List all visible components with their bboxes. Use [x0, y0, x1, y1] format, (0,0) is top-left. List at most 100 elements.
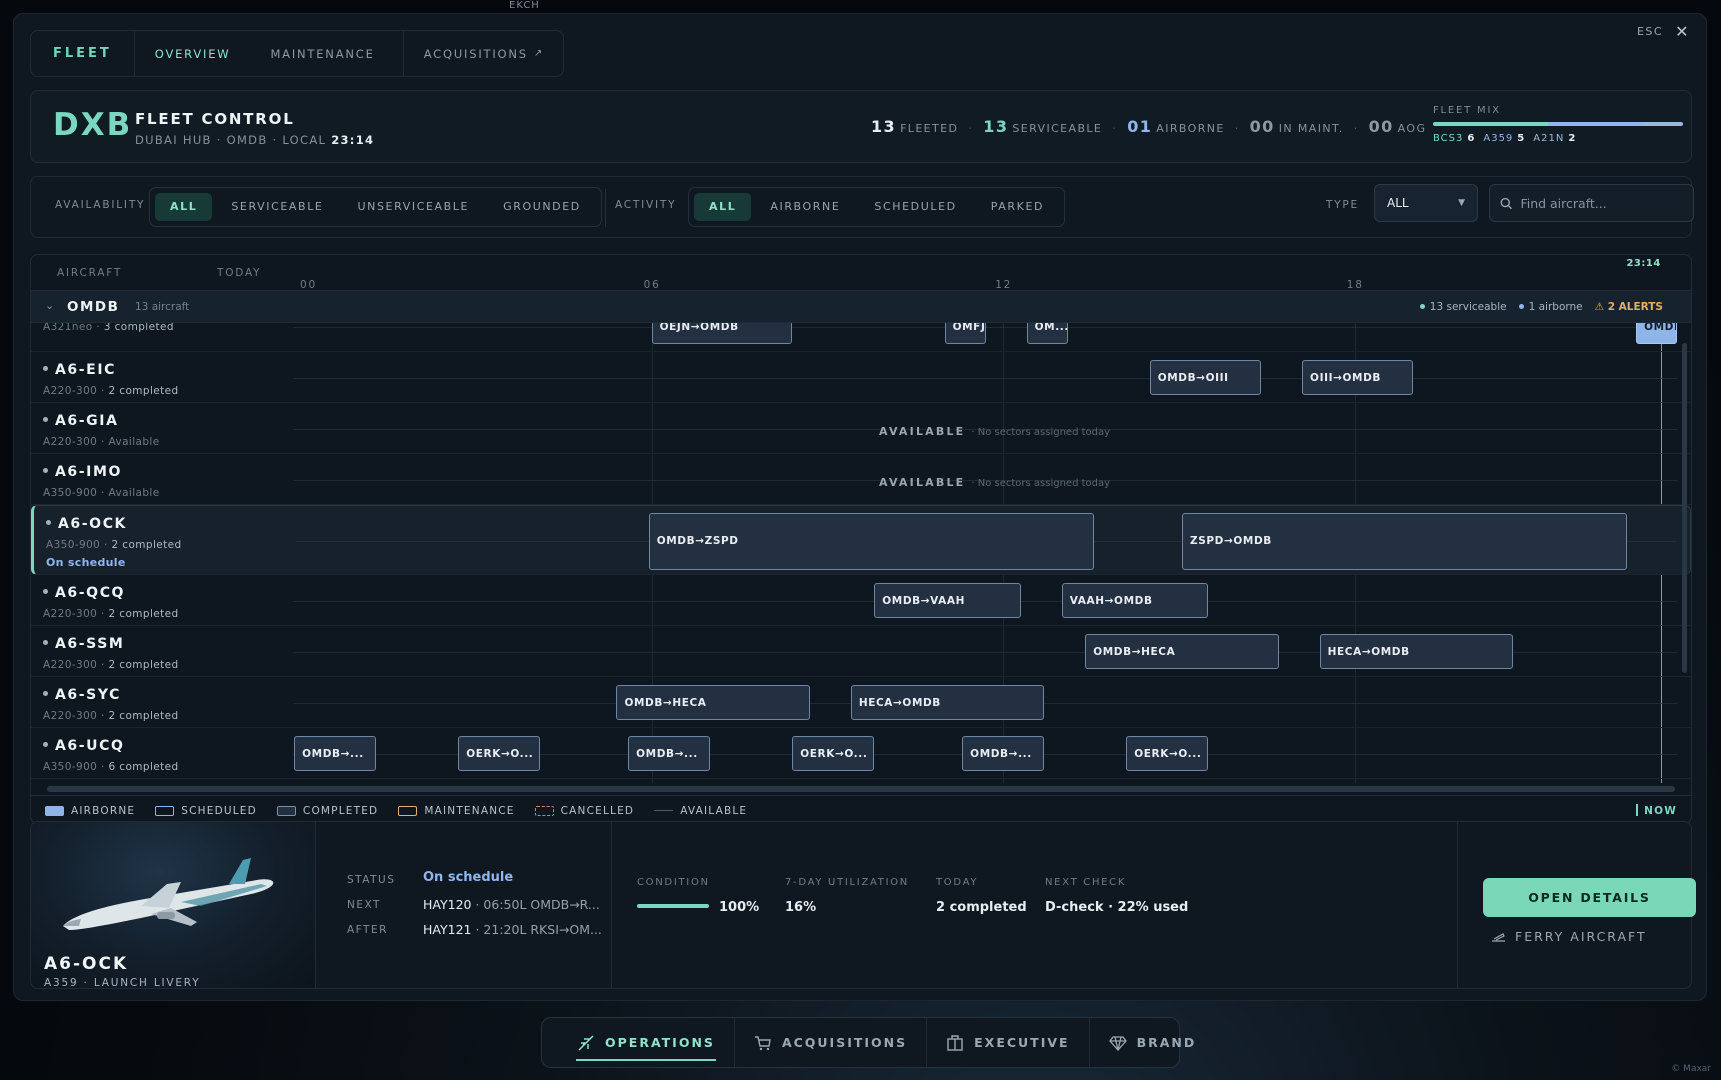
dock-executive[interactable]: EXECUTIVE [926, 1018, 1088, 1067]
divider [605, 189, 606, 227]
aircraft-meta: A350-900 · Available [43, 487, 160, 499]
legend-airborne: AIRBORNE [45, 805, 135, 817]
activity-scheduled[interactable]: SCHEDULED [859, 193, 971, 221]
flight-sector[interactable]: VAAH→OMDB [1061, 583, 1209, 618]
fleet-mix: FLEET MIX BCS3 6 A359 5 A21N 2 [1433, 105, 1683, 144]
aircraft-registration: A6-UCQ [43, 738, 179, 754]
aircraft-meta: A220-300 · 2 completed [43, 608, 179, 620]
type-select[interactable]: ALL ▼ [1374, 184, 1478, 222]
aircraft-row[interactable]: A6-OCK A350-900 · 2 completed On schedule O… [31, 505, 1691, 575]
aircraft-type: A220-300 [43, 710, 98, 722]
legend-available: AVAILABLE [654, 805, 747, 817]
stat-aog: 00 AOG [1369, 117, 1427, 136]
dock-brand[interactable]: BRAND [1088, 1018, 1216, 1067]
aircraft-detail-panel: A6-OCK A359 · LAUNCH LIVERY STATUS On sc… [30, 821, 1696, 989]
flight-sector[interactable]: OEJN→OMDB [651, 323, 793, 344]
aircraft-label: A6-GIA A220-300 · Available [43, 413, 160, 448]
hour-tick-label: 18 [1346, 279, 1364, 291]
aircraft-row[interactable]: A6-IMO A350-900 · Available AVAILABLE · No … [31, 454, 1691, 505]
stat-in-maint: 00 IN MAINT. [1250, 117, 1344, 136]
dock-operations[interactable]: OPERATIONS [558, 1018, 734, 1067]
aircraft-illustration [63, 858, 274, 930]
availability-unserviceable[interactable]: UNSERVICEABLE [342, 193, 484, 221]
flight-sector[interactable]: OERK→O... [458, 736, 541, 771]
flight-sector[interactable]: OMDB→ZSPD [648, 512, 1095, 570]
hour-tick-label: 06 [643, 279, 661, 291]
local-time: 23:14 [331, 133, 375, 147]
aircraft-info: Available [108, 487, 160, 499]
vertical-scrollbar[interactable] [1682, 343, 1687, 673]
activity-airborne[interactable]: AIRBORNE [755, 193, 855, 221]
hub-location: DUBAI HUB · OMDB · LOCAL [135, 133, 327, 147]
flight-sector[interactable]: ZSPD→OMDB [1182, 512, 1628, 570]
flight-sector[interactable]: OMDB→... [294, 736, 377, 771]
flight-sector[interactable]: OMDB→... [962, 736, 1045, 771]
aircraft-row[interactable]: A6-EIC A220-300 · 2 completed OMDB→OIII OII… [31, 352, 1691, 403]
flight-sector[interactable]: OMDB→HECA [1085, 634, 1279, 669]
aircraft-info: 2 completed [108, 710, 179, 722]
close-icon[interactable]: ✕ [1675, 22, 1690, 41]
legend-maintenance: MAINTENANCE [398, 805, 514, 817]
aircraft-row[interactable]: A6-GIA A220-300 · Available AVAILABLE · No … [31, 403, 1691, 454]
horizontal-scrollbar[interactable] [47, 786, 1675, 792]
open-details-button[interactable]: OPEN DETAILS [1483, 878, 1696, 917]
flight-sector[interactable]: OMDB→OIII [1149, 360, 1262, 395]
flight-sector[interactable]: OERK→O... [792, 736, 875, 771]
flight-sector[interactable]: OMDB→VAAH [874, 583, 1021, 618]
group-serviceable: 13 serviceable [1420, 301, 1507, 313]
search-input[interactable] [1520, 195, 1683, 211]
aircraft-registration: A6-GIA [43, 413, 160, 429]
aircraft-row[interactable]: A6-SSM A220-300 · 2 completed OMDB→HECA HEC… [31, 626, 1691, 677]
activity-parked[interactable]: PARKED [976, 193, 1059, 221]
close-control[interactable]: ESC ✕ [1637, 22, 1690, 41]
aircraft-label: A321neo · 3 completed [43, 323, 174, 333]
aircraft-row[interactable]: A321neo · 3 completed OEJN→OMDB OMFJ OM... O… [31, 323, 1691, 352]
tab-overview[interactable]: OVERVIEW [135, 31, 251, 76]
flight-sector[interactable]: OERK→O... [1126, 736, 1209, 771]
row-track [293, 377, 1677, 379]
flight-sector[interactable]: OMDB→... [628, 736, 711, 771]
flight-sector[interactable]: OMDB→HECA [616, 685, 810, 720]
timeline-legend: AIRBORNE SCHEDULED COMPLETED MAINTENANCE… [31, 795, 1691, 823]
flight-sector[interactable]: OMFJ [944, 323, 986, 344]
availability-all[interactable]: ALL [155, 193, 213, 221]
flight-sector[interactable]: OMDB→OEJN [1636, 323, 1677, 344]
group-airborne: 1 airborne [1519, 301, 1583, 313]
aircraft-meta: A350-900 · 2 completed [46, 539, 182, 551]
group-alerts[interactable]: ⚠ 2 ALERTS [1595, 301, 1663, 313]
aircraft-row[interactable]: A6-UCQ A350-900 · 6 completed OMDB→... OERK… [31, 728, 1691, 779]
page-title: FLEET CONTROL [135, 110, 295, 128]
flight-sector[interactable]: HECA→OMDB [1319, 634, 1513, 669]
aircraft-label: A6-UCQ A350-900 · 6 completed [43, 738, 179, 773]
activity-all[interactable]: ALL [694, 193, 752, 221]
chevron-down-icon[interactable]: ⌄ [45, 299, 54, 312]
metric-today: TODAY 2 completed [936, 877, 1027, 915]
flight-sector[interactable]: HECA→OMDB [850, 685, 1045, 720]
dock-acquisitions[interactable]: ACQUISITIONS [733, 1018, 926, 1067]
section-brand: FLEET [31, 31, 135, 76]
flight-sector[interactable]: OIII→OMDB [1302, 360, 1414, 395]
aircraft-type: A220-300 [43, 608, 98, 620]
ferry-aircraft-button[interactable]: FERRY AIRCRAFT [1491, 929, 1647, 944]
tab-maintenance[interactable]: MAINTENANCE [250, 31, 394, 76]
hour-tick-label: 00 [300, 279, 317, 291]
aircraft-row[interactable]: A6-QCQ A220-300 · 2 completed OMDB→VAAH VAA… [31, 575, 1691, 626]
aircraft-meta: A220-300 · Available [43, 436, 160, 448]
dock-label: OPERATIONS [605, 1035, 715, 1050]
aircraft-row[interactable]: A6-SYC A220-300 · 2 completed OMDB→HECA HEC… [31, 677, 1691, 728]
flight-sector[interactable]: OM... [1026, 323, 1068, 344]
tab-acquisitions[interactable]: ACQUISITIONS ↗ [402, 31, 564, 76]
aircraft-info: 3 completed [103, 323, 174, 333]
map-label: EKCH [509, 0, 540, 11]
availability-label: AVAILABILITY [55, 199, 146, 211]
divider [611, 822, 612, 988]
hour-tick-label: 12 [995, 279, 1013, 291]
availability-serviceable[interactable]: SERVICEABLE [216, 193, 338, 221]
after-label: AFTER [347, 924, 388, 936]
aircraft-info: Available [108, 436, 160, 448]
availability-grounded[interactable]: GROUNDED [488, 193, 596, 221]
legend-cancelled: CANCELLED [534, 805, 635, 817]
aircraft-info: 2 completed [108, 385, 179, 397]
stat-value: 13 [871, 117, 897, 136]
group-header[interactable]: ⌄ OMDB 13 aircraft 13 serviceable 1 airb… [31, 291, 1691, 323]
